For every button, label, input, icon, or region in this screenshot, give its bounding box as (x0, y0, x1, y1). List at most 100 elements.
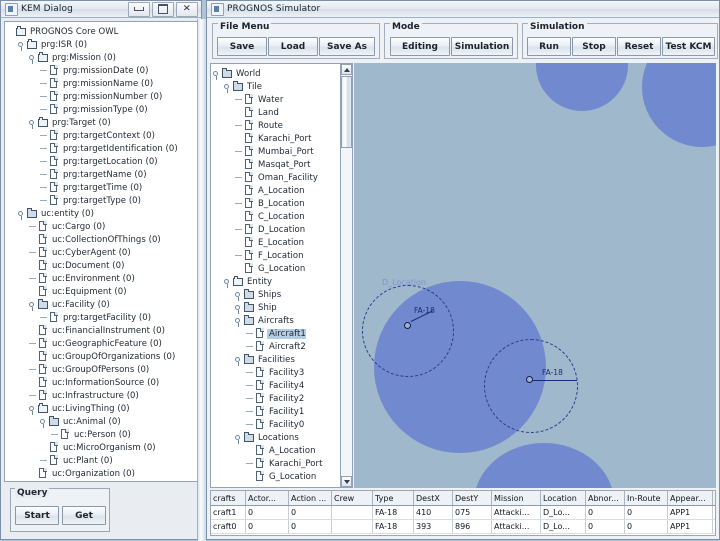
simulation-mode-button[interactable]: Simulation (451, 37, 513, 56)
tree-node[interactable]: Aircraft1 (211, 327, 347, 340)
minimize-icon[interactable] (128, 1, 150, 17)
tree-node[interactable]: prg:Target (0) (5, 116, 197, 129)
expand-toggle-icon[interactable] (235, 316, 244, 327)
tree-node[interactable]: Facility4 (211, 379, 347, 392)
tree-node[interactable]: uc:Cargo (0) (5, 220, 197, 233)
tree-node[interactable]: uc:Person (0) (5, 428, 197, 441)
tree-node[interactable]: Ships (211, 288, 347, 301)
reset-button[interactable]: Reset (617, 37, 661, 56)
tree-node[interactable]: B_Location (211, 197, 347, 210)
table-column-header[interactable]: Actor... (245, 491, 289, 506)
expand-toggle-icon[interactable] (18, 40, 27, 51)
tree-node[interactable]: prg:Mission (0) (5, 51, 197, 64)
table-column-header[interactable]: Mission (491, 491, 541, 506)
tree-node[interactable]: uc:Environment (0) (5, 272, 197, 285)
tree-node[interactable]: Land (211, 106, 347, 119)
scroll-down-icon[interactable] (341, 476, 352, 487)
table-column-header[interactable]: crafts (211, 491, 246, 506)
tree-node[interactable]: uc:Equipment (0) (5, 285, 197, 298)
table-column-header[interactable]: Appear... (667, 491, 713, 506)
tree-node[interactable]: prg:targetName (0) (5, 168, 197, 181)
expand-toggle-icon[interactable] (40, 417, 49, 428)
world-tree-pane[interactable]: World Tile Water Land Route Karachi_Port Mumba… (210, 63, 348, 488)
expand-toggle-icon[interactable] (235, 433, 244, 444)
tree-node[interactable]: Facility1 (211, 405, 347, 418)
table-column-header[interactable]: Type (372, 491, 414, 506)
tree-node[interactable]: Aircrafts (211, 314, 347, 327)
tree-node[interactable]: Facilities (211, 353, 347, 366)
expand-toggle-icon[interactable] (29, 300, 38, 311)
save-button[interactable]: Save (217, 37, 267, 56)
query-get-button[interactable]: Get (62, 506, 106, 525)
scrollbar-thumb[interactable] (341, 76, 352, 148)
tree-node[interactable]: prg:missionNumber (0) (5, 90, 197, 103)
ontology-tree-pane[interactable]: PROGNOS Core OWL prg:ISR (0) prg:Mission (… (4, 21, 198, 482)
tree-node[interactable]: Karachi_Port (211, 457, 347, 470)
tree-node[interactable]: Oman_Facility (211, 171, 347, 184)
table-column-header[interactable]: Abnor... (585, 491, 625, 506)
kem-titlebar[interactable]: KEM Dialog ✕ (1, 1, 201, 18)
tree-node[interactable]: Facility0 (211, 418, 347, 431)
table-column-header[interactable]: Crew (331, 491, 373, 506)
tree-node[interactable]: prg:targetContext (0) (5, 129, 197, 142)
tree-node[interactable]: Mumbai_Port (211, 145, 347, 158)
kem-edge-scrollbar[interactable] (197, 19, 206, 541)
tree-node[interactable]: G_Location (211, 262, 347, 275)
tree-node[interactable]: prg:missionType (0) (5, 103, 197, 116)
query-start-button[interactable]: Start (15, 506, 59, 525)
tree-node[interactable]: prg:targetIdentification (0) (5, 142, 197, 155)
tree-node[interactable]: Masqat_Port (211, 158, 347, 171)
tree-node[interactable]: A_Location (211, 184, 347, 197)
tree-node[interactable]: uc:GeographicFeature (0) (5, 337, 197, 350)
tree-node[interactable]: uc:Facility (0) (5, 298, 197, 311)
tree-node[interactable]: Ship (211, 301, 347, 314)
run-button[interactable]: Run (527, 37, 571, 56)
tree-node[interactable]: E_Location (211, 236, 347, 249)
simulation-canvas[interactable]: D_Location FA-18 FA-18 (354, 63, 716, 488)
tree-node[interactable]: Facility3 (211, 366, 347, 379)
table-column-header[interactable]: Action (712, 491, 715, 506)
expand-toggle-icon[interactable] (18, 209, 27, 220)
table-column-header[interactable]: Location (540, 491, 586, 506)
tree-node[interactable]: uc:GroupOfOrganizations (0) (5, 350, 197, 363)
tree-node[interactable]: uc:entity (0) (5, 207, 197, 220)
tree-node[interactable]: uc:Document (0) (5, 259, 197, 272)
tree-node[interactable]: prg:targetLocation (0) (5, 155, 197, 168)
sim-titlebar[interactable]: PROGNOS Simulator (207, 1, 719, 18)
tree-node[interactable]: uc:MicroOrganism (0) (5, 441, 197, 454)
tree-node[interactable]: uc:CollectionOfThings (0) (5, 233, 197, 246)
tree-node[interactable]: PROGNOS Core OWL (5, 25, 197, 38)
tree-node[interactable]: uc:Organization (0) (5, 467, 197, 480)
editing-mode-button[interactable]: Editing (390, 37, 450, 56)
maximize-icon[interactable] (152, 1, 174, 17)
expand-toggle-icon[interactable] (235, 303, 244, 314)
table-row[interactable]: craft0 0 0 FA-18 393 896 Attacki... D_Lo... 0 0 AP… (211, 519, 715, 534)
tree-node[interactable]: Aircraft2 (211, 340, 347, 353)
table-column-header[interactable]: DestX (413, 491, 453, 506)
tree-node[interactable]: uc:CyberAgent (0) (5, 246, 197, 259)
table-column-header[interactable]: Action ... (288, 491, 332, 506)
expand-toggle-icon[interactable] (29, 53, 38, 64)
tree-node[interactable]: Tile (211, 80, 347, 93)
tree-node[interactable]: D_Location (211, 223, 347, 236)
expand-toggle-icon[interactable] (224, 82, 233, 93)
tree-node[interactable]: F_Location (211, 249, 347, 262)
tree-node[interactable]: uc:Animal (0) (5, 415, 197, 428)
tree-node[interactable]: uc:Plant (0) (5, 454, 197, 467)
expand-toggle-icon[interactable] (224, 277, 233, 288)
aircraft2-marker[interactable] (526, 376, 533, 383)
tree-node[interactable]: prg:missionName (0) (5, 77, 197, 90)
world-tree-scrollbar[interactable] (340, 63, 353, 488)
tree-node[interactable]: prg:targetFacility (0) (5, 311, 197, 324)
tree-node[interactable]: Facility2 (211, 392, 347, 405)
tree-node[interactable]: Karachi_Port (211, 132, 347, 145)
load-button[interactable]: Load (268, 37, 318, 56)
tree-node[interactable]: prg:targetType (0) (5, 194, 197, 207)
stop-button[interactable]: Stop (572, 37, 616, 56)
tree-node[interactable]: G_Location (211, 470, 347, 483)
ontology-tree[interactable]: PROGNOS Core OWL prg:ISR (0) prg:Mission (… (5, 22, 197, 480)
table-row[interactable]: craft1 0 0 FA-18 410 075 Attacki... D_Lo... 0 0 AP… (211, 505, 715, 520)
world-tree[interactable]: World Tile Water Land Route Karachi_Port Mumba… (211, 64, 347, 483)
save-as-button[interactable]: Save As (319, 37, 375, 56)
table-column-header[interactable]: In-Route (624, 491, 668, 506)
